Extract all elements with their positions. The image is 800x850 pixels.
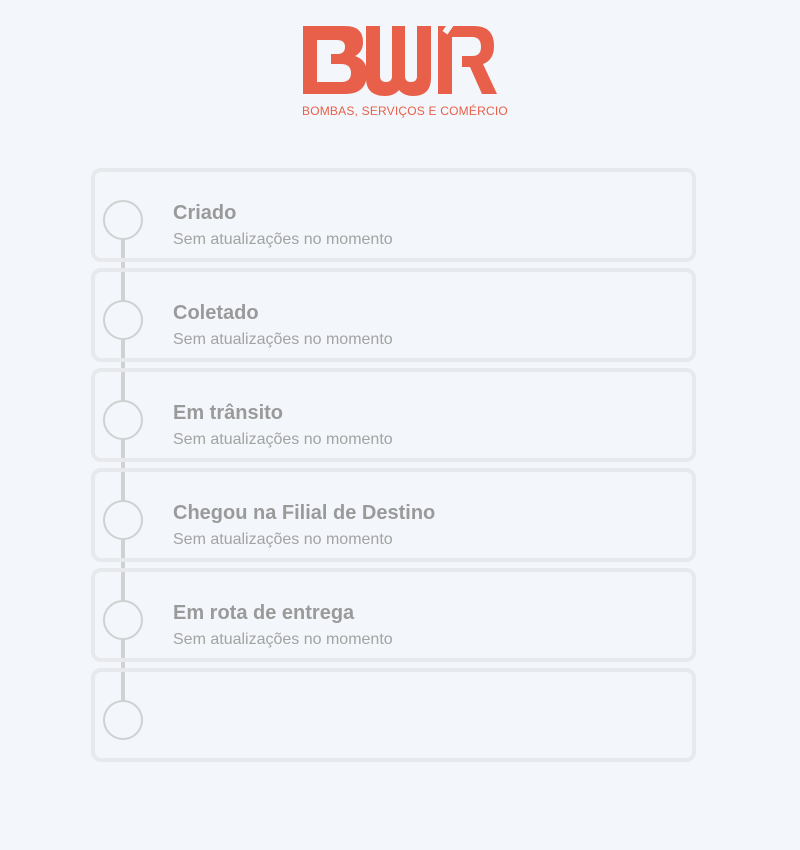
step-subtitle: Sem atualizações no momento bbox=[173, 431, 393, 448]
tracking-page: BOMBAS, SERVIÇOS E COMÉRCIO Criado Sem a… bbox=[0, 0, 800, 850]
step-title: Coletado bbox=[173, 302, 259, 324]
step-status-circle-icon bbox=[103, 500, 143, 540]
step-subtitle: Sem atualizações no momento bbox=[173, 631, 393, 648]
step-status-circle-icon bbox=[103, 700, 143, 740]
tracking-timeline: Criado Sem atualizações no momento Colet… bbox=[91, 168, 696, 768]
step-status-circle-icon bbox=[103, 200, 143, 240]
step-title: Chegou na Filial de Destino bbox=[173, 502, 436, 524]
timeline-step-em-rota: Em rota de entrega Sem atualizações no m… bbox=[91, 568, 696, 662]
step-subtitle: Sem atualizações no momento bbox=[173, 231, 393, 248]
step-subtitle: Sem atualizações no momento bbox=[173, 331, 393, 348]
timeline-step-final bbox=[91, 668, 696, 762]
step-status-circle-icon bbox=[103, 400, 143, 440]
step-status-circle-icon bbox=[103, 300, 143, 340]
timeline-step-em-transito: Em trânsito Sem atualizações no momento bbox=[91, 368, 696, 462]
brand-tagline: BOMBAS, SERVIÇOS E COMÉRCIO bbox=[302, 104, 508, 118]
step-title: Em rota de entrega bbox=[173, 602, 355, 624]
step-title: Criado bbox=[173, 202, 237, 224]
step-title: Em trânsito bbox=[173, 402, 284, 424]
brand-logo: BOMBAS, SERVIÇOS E COMÉRCIO bbox=[300, 20, 508, 120]
step-status-circle-icon bbox=[103, 600, 143, 640]
timeline-step-criado: Criado Sem atualizações no momento bbox=[91, 168, 696, 262]
bwr-logo-icon bbox=[303, 20, 497, 96]
timeline-step-coletado: Coletado Sem atualizações no momento bbox=[91, 268, 696, 362]
timeline-step-chegou-filial: Chegou na Filial de Destino Sem atualiza… bbox=[91, 468, 696, 562]
step-subtitle: Sem atualizações no momento bbox=[173, 531, 393, 548]
